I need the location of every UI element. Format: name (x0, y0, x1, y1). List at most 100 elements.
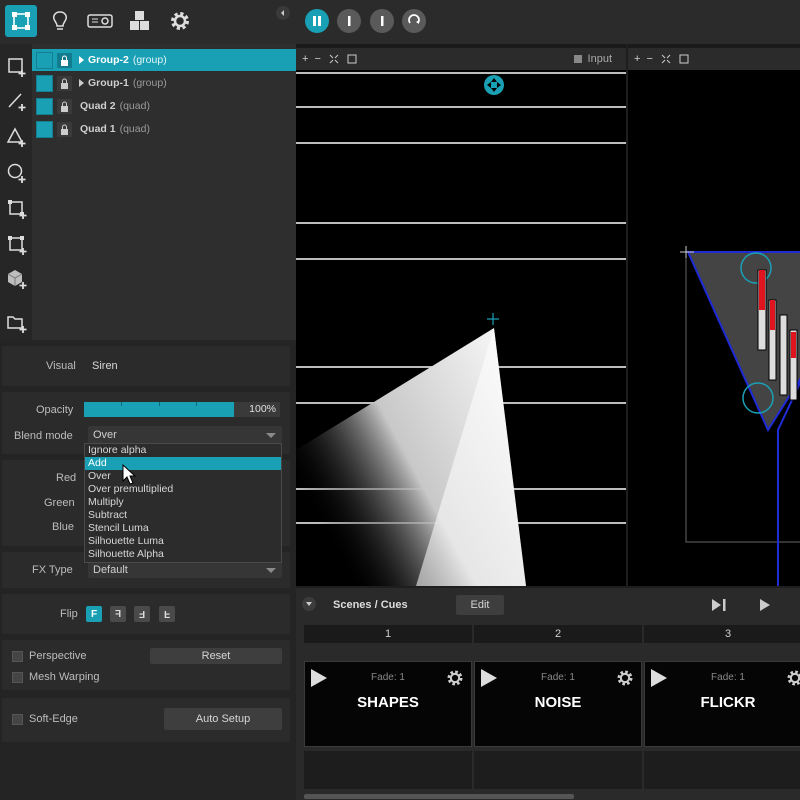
cue-card[interactable]: Fade: 1 NOISE (474, 661, 642, 747)
layer-row[interactable]: Quad 2 (quad) (32, 95, 296, 117)
properties-panel: Visual Siren Opacity 100% Blend mode Ove… (0, 340, 296, 800)
flip-vertical-button[interactable]: F (159, 606, 175, 622)
add-line-button[interactable] (4, 88, 30, 114)
add-line-icon (8, 93, 26, 111)
perspective-checkbox[interactable] (12, 651, 23, 662)
gear-icon[interactable] (445, 668, 465, 688)
lightbulb-button[interactable] (44, 5, 76, 37)
blend-option[interactable]: Stencil Luma (85, 522, 281, 535)
red-label: Red (56, 472, 77, 484)
rewind-button[interactable] (370, 9, 394, 33)
play-icon[interactable] (758, 598, 772, 612)
zoom-in-button[interactable]: + (634, 53, 640, 65)
chevron-down-icon (266, 432, 276, 438)
warp-section: Perspective Reset Mesh Warping (2, 640, 290, 690)
chevron-left-icon (281, 10, 284, 16)
loop-button[interactable] (402, 9, 426, 33)
output-canvas[interactable] (628, 70, 800, 586)
chevron-down-icon (306, 602, 312, 606)
visibility-checkbox[interactable] (36, 97, 53, 115)
layer-name: Group-2 (88, 54, 129, 66)
expand-arrow-icon[interactable] (76, 78, 88, 88)
auto-setup-button[interactable]: Auto Setup (164, 708, 282, 730)
blend-mode-select[interactable]: Over (88, 426, 282, 443)
add-circle-icon (7, 163, 26, 183)
layer-kind: (group) (132, 77, 167, 89)
fit-icon[interactable] (661, 54, 671, 64)
move-handle-icon[interactable] (483, 74, 505, 96)
flip-horizontal-button[interactable]: F (110, 606, 126, 622)
blend-mode-value: Over (93, 428, 117, 441)
lock-icon[interactable] (57, 52, 72, 68)
edit-button[interactable]: Edit (456, 595, 504, 615)
layer-name: Group-1 (88, 77, 129, 89)
crosshair-icon (487, 313, 499, 325)
gear-icon[interactable] (785, 668, 800, 688)
stop-button[interactable] (337, 9, 361, 33)
perspective-label: Perspective (29, 650, 87, 662)
add-3d-button[interactable] (4, 266, 30, 292)
opacity-label: Opacity (36, 404, 74, 416)
input-view-title: Input (587, 53, 612, 65)
visibility-checkbox[interactable] (36, 74, 53, 92)
add-group-button[interactable] (4, 232, 30, 258)
cue-card[interactable]: Fade: 1 SHAPES (304, 661, 472, 747)
fit-icon[interactable] (329, 54, 339, 64)
blend-option[interactable]: Silhouette Alpha (85, 548, 281, 561)
collapse-scenes-button[interactable] (302, 597, 316, 611)
lock-icon[interactable] (57, 121, 72, 137)
flip-none-button[interactable]: F (86, 606, 102, 622)
visual-value[interactable]: Siren (92, 360, 118, 372)
add-folder-button[interactable] (4, 310, 30, 336)
add-triangle-button[interactable] (4, 124, 30, 150)
collapse-button[interactable] (276, 6, 290, 20)
lock-icon[interactable] (57, 98, 72, 114)
zoom-out-button[interactable]: − (314, 53, 320, 65)
input-canvas[interactable] (296, 70, 626, 586)
top-toolbar (0, 0, 800, 44)
cue-column-header: 2 (474, 625, 642, 643)
add-mesh-icon (8, 200, 27, 219)
opacity-slider[interactable]: 100% (84, 402, 280, 417)
reset-button[interactable]: Reset (150, 648, 282, 664)
layer-row[interactable]: Quad 1 (quad) (32, 118, 296, 140)
surface-tool-button[interactable] (5, 5, 37, 37)
empty-cue-slot[interactable] (474, 751, 642, 789)
add-ellipse-button[interactable] (4, 160, 30, 186)
blend-option[interactable]: Multiply (85, 496, 281, 509)
blend-option[interactable]: Silhouette Luma (85, 535, 281, 548)
blend-option[interactable]: Over (85, 470, 281, 483)
pause-button[interactable] (305, 9, 329, 33)
expand-arrow-icon[interactable] (76, 55, 88, 65)
scenes-panel: Scenes / Cues Edit 1 2 3 Fade: 1 SHAPES … (296, 588, 800, 800)
cue-card[interactable]: Fade: 1 FLICKR (644, 661, 800, 747)
settings-button[interactable] (164, 5, 196, 37)
soft-edge-checkbox[interactable] (12, 714, 23, 725)
add-quad-button[interactable] (4, 54, 30, 80)
flip-both-button[interactable]: F (134, 606, 150, 622)
blend-option[interactable]: Add (85, 457, 281, 470)
gear-icon[interactable] (615, 668, 635, 688)
fullscreen-icon[interactable] (679, 54, 689, 64)
lock-icon[interactable] (57, 75, 72, 91)
zoom-out-button[interactable]: − (646, 53, 652, 65)
cubes-button[interactable] (124, 5, 156, 37)
fullscreen-icon[interactable] (347, 54, 357, 64)
projector-button[interactable] (84, 5, 116, 37)
fx-type-select[interactable]: Default (88, 561, 282, 578)
horizontal-scrollbar[interactable] (304, 794, 574, 799)
mesh-warping-checkbox[interactable] (12, 672, 23, 683)
layer-row[interactable]: Group-2 (group) (32, 49, 296, 71)
skip-forward-icon[interactable] (711, 598, 727, 612)
blend-option[interactable]: Ignore alpha (85, 444, 281, 457)
blend-option[interactable]: Subtract (85, 509, 281, 522)
empty-cue-slot[interactable] (644, 751, 800, 789)
zoom-in-button[interactable]: + (302, 53, 308, 65)
visibility-checkbox[interactable] (36, 51, 53, 69)
layer-row[interactable]: Group-1 (group) (32, 72, 296, 94)
blend-option[interactable]: Over premultiplied (85, 483, 281, 496)
visibility-checkbox[interactable] (36, 120, 53, 138)
add-mesh-button[interactable] (4, 196, 30, 222)
scenes-title: Scenes / Cues (333, 599, 408, 611)
empty-cue-slot[interactable] (304, 751, 472, 789)
